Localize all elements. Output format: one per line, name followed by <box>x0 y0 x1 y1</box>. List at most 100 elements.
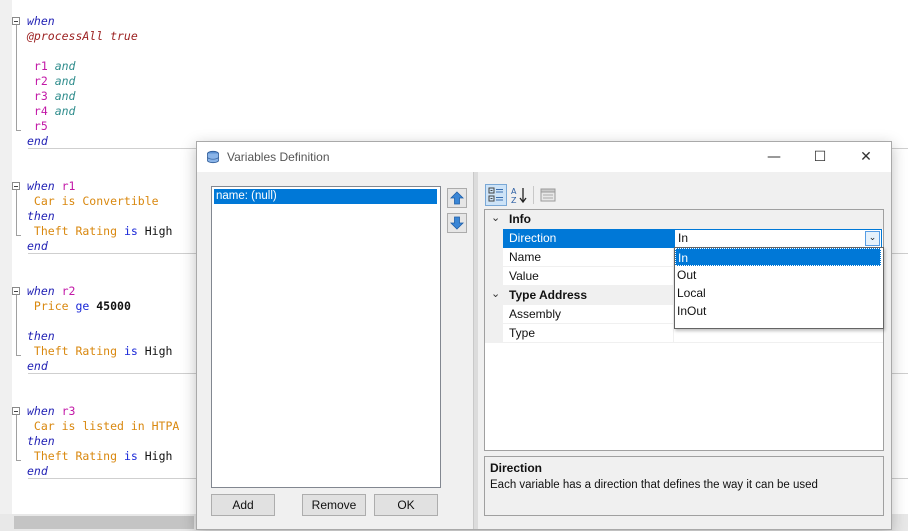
code-token: end <box>27 464 48 478</box>
grid-margin <box>485 248 503 267</box>
code-line: Price ge 45000 <box>27 299 131 314</box>
fold-line <box>16 25 17 130</box>
variables-listbox[interactable]: name: (null) <box>211 186 441 488</box>
code-token: Car is Convertible <box>27 194 159 208</box>
svg-text:A: A <box>511 187 517 196</box>
help-title: Direction <box>490 461 543 475</box>
fold-toggle-icon[interactable] <box>12 407 20 415</box>
dropdown-option-out[interactable]: Out <box>675 266 881 284</box>
dialog-title: Variables Definition <box>227 150 330 164</box>
dropdown-option-in[interactable]: In <box>675 248 881 266</box>
code-line: end <box>27 134 48 149</box>
code-token: Car is listed in HTPA <box>27 419 180 433</box>
maximize-button[interactable]: ☐ <box>797 142 843 172</box>
code-token: High <box>144 224 173 238</box>
fold-toggle-icon[interactable] <box>12 17 20 25</box>
collapse-icon[interactable]: ⌄ <box>491 211 500 224</box>
categorized-button[interactable] <box>485 184 507 206</box>
fold-toggle-icon[interactable] <box>12 182 20 190</box>
property-name: Value <box>509 269 539 283</box>
sort-az-icon: A Z <box>511 187 527 205</box>
property-name: Name <box>509 250 542 264</box>
direction-dropdown-list[interactable]: In Out Local InOut <box>674 247 884 329</box>
property-grid[interactable]: ⌄ Info Direction In ⌄ Name Value ⌄ Type … <box>484 209 884 451</box>
move-down-button[interactable] <box>447 213 467 233</box>
property-name-cell[interactable]: Direction <box>503 229 674 248</box>
code-token: end <box>27 359 48 373</box>
code-token: is <box>123 344 145 358</box>
add-button[interactable]: Add <box>211 494 275 516</box>
help-description: Each variable has a direction that defin… <box>490 479 818 491</box>
code-token: when <box>27 179 62 193</box>
code-token: Price <box>27 299 76 313</box>
fold-end <box>16 460 21 461</box>
fold-line <box>16 295 17 355</box>
code-token: r1 <box>61 179 76 193</box>
code-token: and <box>54 59 76 73</box>
code-token: Theft Rating <box>27 224 124 238</box>
grid-margin <box>485 305 503 324</box>
minimize-button[interactable]: — <box>751 142 797 172</box>
property-row-direction[interactable]: Direction In ⌄ <box>485 229 883 248</box>
code-line: end <box>27 359 48 374</box>
panel-splitter[interactable] <box>473 172 478 529</box>
code-line: @processAll true <box>27 29 138 44</box>
alphabetical-button[interactable]: A Z <box>508 184 530 206</box>
ok-button[interactable]: OK <box>374 494 438 516</box>
property-panel: A Z ⌄ Info Direction In ⌄ Name Value ⌄ T… <box>479 172 891 529</box>
arrow-down-icon <box>450 216 464 230</box>
code-token: is <box>123 224 145 238</box>
chevron-down-icon[interactable]: ⌄ <box>865 231 880 246</box>
code-token: ge <box>75 299 97 313</box>
code-token: r2 <box>27 74 55 88</box>
code-token: when <box>27 284 62 298</box>
fold-line <box>16 415 17 460</box>
code-line: then <box>27 209 55 224</box>
direction-value-combobox[interactable]: In ⌄ <box>674 229 882 248</box>
property-pages-button[interactable] <box>537 184 559 206</box>
code-token: @processAll true <box>27 29 138 43</box>
collapse-icon[interactable]: ⌄ <box>491 287 500 300</box>
fold-toggle-icon[interactable] <box>12 287 20 295</box>
code-line: r4 and <box>27 104 76 119</box>
fold-line <box>16 190 17 235</box>
code-line: when r1 <box>27 179 75 194</box>
category-label: Info <box>509 212 531 226</box>
dropdown-option-inout[interactable]: InOut <box>675 302 881 320</box>
code-token: and <box>54 89 76 103</box>
dropdown-option-local[interactable]: Local <box>675 284 881 302</box>
code-line: then <box>27 329 55 344</box>
code-line: Theft Rating is High <box>27 224 173 239</box>
grid-margin <box>485 229 503 248</box>
close-button[interactable]: ✕ <box>843 142 889 172</box>
toolbar-divider <box>533 186 534 204</box>
code-token: then <box>27 434 55 448</box>
code-token: r2 <box>61 284 76 298</box>
fold-end <box>16 235 21 236</box>
code-line: Car is listed in HTPA <box>27 419 179 434</box>
code-line: end <box>27 239 48 254</box>
property-name: Assembly <box>509 307 562 321</box>
editor-gutter <box>0 0 12 531</box>
code-token: r4 <box>27 104 55 118</box>
category-info[interactable]: ⌄ Info <box>485 210 883 229</box>
move-up-button[interactable] <box>447 188 467 208</box>
code-token: High <box>144 344 173 358</box>
fold-end <box>16 130 21 131</box>
code-token: and <box>54 74 76 88</box>
variables-definition-dialog: Variables Definition — ☐ ✕ name: (null) … <box>196 141 892 530</box>
code-line: r1 and <box>27 59 76 74</box>
property-name: Type <box>509 326 536 340</box>
code-line: Car is Convertible <box>27 194 159 209</box>
remove-button[interactable]: Remove <box>302 494 366 516</box>
list-item[interactable]: name: (null) <box>214 189 437 204</box>
code-line: when r2 <box>27 284 75 299</box>
code-token: r5 <box>27 119 48 133</box>
scrollbar-thumb[interactable] <box>14 516 194 529</box>
code-line: then <box>27 434 55 449</box>
categorized-icon <box>488 187 503 202</box>
code-token: then <box>27 329 55 343</box>
code-line: Theft Rating is High <box>27 344 173 359</box>
variables-list-panel: name: (null) Add Remove OK <box>197 172 473 529</box>
category-label: Type Address <box>509 288 588 302</box>
